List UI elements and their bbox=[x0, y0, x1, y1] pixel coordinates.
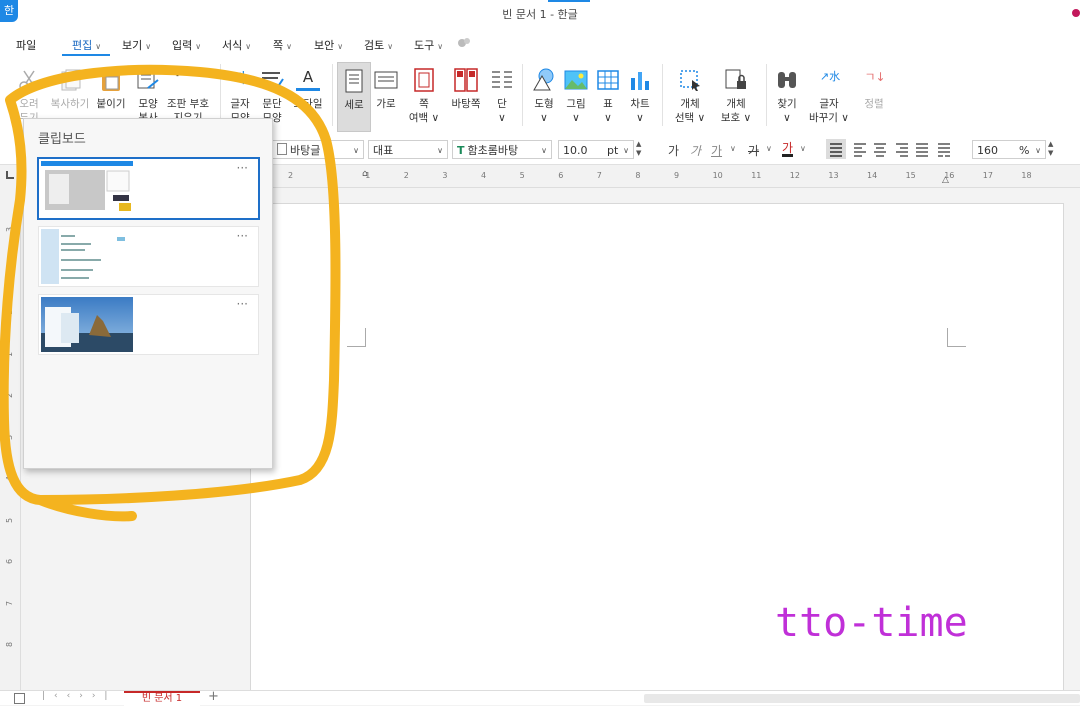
add-tab-button[interactable]: + bbox=[208, 689, 219, 704]
horizontal-scrollbar[interactable] bbox=[644, 694, 1080, 703]
page-view-icon[interactable] bbox=[14, 693, 25, 704]
page-nav-arrows-icon[interactable]: |‹‹››| bbox=[42, 691, 116, 701]
highlight-annotation bbox=[0, 64, 341, 522]
